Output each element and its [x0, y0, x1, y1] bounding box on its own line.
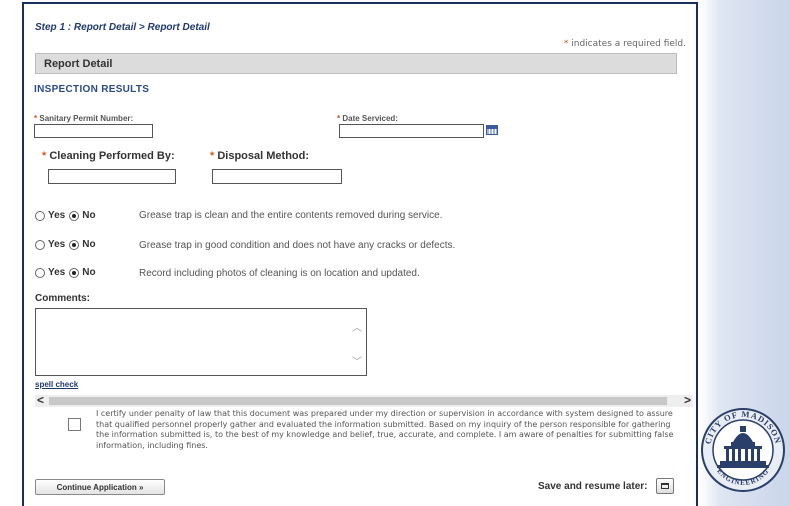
no-label: No	[82, 210, 96, 221]
no-option[interactable]: No	[69, 267, 96, 278]
step-prefix: Step 1 :	[35, 22, 74, 33]
chevron-down-icon[interactable]: ﹀	[352, 353, 362, 368]
question-text: Record including photos of cleaning is o…	[139, 268, 420, 279]
cleaning-performed-input[interactable]	[48, 169, 176, 184]
required-note: * indicates a required field.	[564, 39, 686, 49]
save-icon	[661, 483, 669, 489]
certify-checkbox[interactable]	[68, 418, 81, 431]
required-star: *	[210, 150, 215, 162]
required-star: *	[34, 114, 38, 123]
date-serviced-label: * Date Serviced:	[337, 114, 398, 123]
yes-option[interactable]: Yes	[35, 267, 65, 278]
save-resume-button[interactable]	[656, 478, 674, 494]
yes-option[interactable]: Yes	[35, 210, 65, 221]
certify-statement: I certify under penalty of law that this…	[96, 409, 674, 450]
step-title-text: Report Detail > Report Detail	[73, 22, 210, 33]
yes-label: Yes	[48, 210, 66, 221]
question-text: Grease trap is clean and the entire cont…	[139, 210, 443, 221]
comments-label: Comments:	[35, 293, 91, 304]
radio-yes[interactable]	[35, 267, 45, 278]
cleaning-performed-label-text: Cleaning Performed By:	[49, 150, 175, 162]
sanitary-permit-label-text: Sanitary Permit Number:	[39, 114, 134, 123]
required-star: *	[42, 150, 47, 162]
report-form-panel: Step 1 : Report Detail > Report Detail *…	[22, 2, 698, 506]
yes-label: Yes	[48, 239, 66, 250]
no-option[interactable]: No	[69, 210, 96, 221]
comments-textarea[interactable]: ︿ ﹀	[35, 308, 367, 376]
radio-no[interactable]	[69, 210, 80, 221]
scroll-left-icon[interactable]: <	[37, 393, 44, 407]
question-text: Grease trap in good condition and does n…	[139, 240, 456, 251]
required-star: *	[563, 39, 569, 49]
capitol-seal-icon: CITY OF MADISON ENGINEERING	[701, 408, 785, 492]
step-breadcrumb: Step 1 : Report Detail > Report Detail	[35, 22, 210, 33]
disposal-method-label: * Disposal Method:	[210, 150, 309, 162]
section-header: Report Detail	[35, 53, 677, 74]
date-serviced-input[interactable]	[339, 124, 484, 138]
horizontal-scrollbar[interactable]: < >	[35, 393, 693, 407]
no-label: No	[82, 239, 96, 250]
scrollbar-thumb[interactable]	[49, 397, 667, 405]
cleaning-performed-label: * Cleaning Performed By:	[42, 150, 175, 162]
radio-yes[interactable]	[35, 210, 45, 221]
question-row: Yes No	[35, 239, 100, 250]
radio-no[interactable]	[69, 239, 80, 250]
continue-application-button[interactable]: Continue Application »	[35, 479, 165, 495]
disposal-method-label-text: Disposal Method:	[217, 150, 310, 162]
no-option[interactable]: No	[69, 239, 96, 250]
sanitary-permit-label: * Sanitary Permit Number:	[34, 114, 133, 123]
question-row: Yes No	[35, 267, 100, 278]
question-row: Yes No	[35, 210, 100, 221]
yes-label: Yes	[48, 267, 66, 278]
save-resume-label: Save and resume later:	[538, 481, 648, 492]
chevron-up-icon[interactable]: ︿	[352, 319, 362, 334]
disposal-method-input[interactable]	[212, 169, 342, 184]
date-serviced-label-text: Date Serviced:	[342, 114, 398, 123]
no-label: No	[82, 267, 96, 278]
inspection-results-heading: INSPECTION RESULTS	[34, 84, 150, 95]
scroll-right-icon[interactable]: >	[684, 393, 691, 407]
required-note-text: indicates a required field.	[571, 39, 686, 49]
sanitary-permit-input[interactable]	[34, 124, 153, 138]
radio-no[interactable]	[69, 267, 80, 278]
required-star: *	[337, 114, 341, 123]
spell-check-link[interactable]: spell check	[35, 380, 78, 389]
calendar-icon[interactable]	[486, 125, 498, 135]
radio-yes[interactable]	[35, 239, 45, 250]
yes-option[interactable]: Yes	[35, 239, 65, 250]
